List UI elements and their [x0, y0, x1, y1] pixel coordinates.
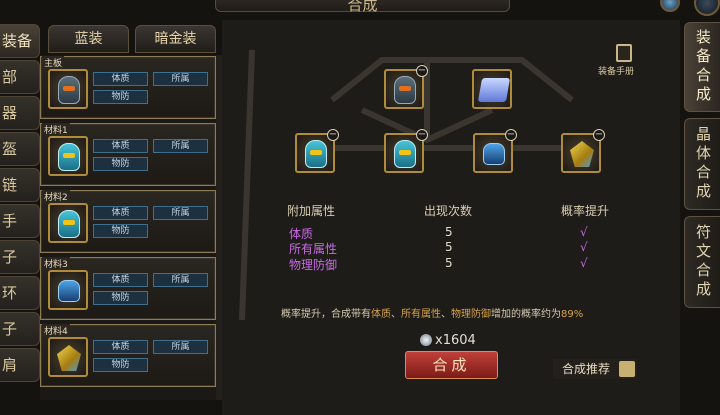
- item-slot[interactable]: [48, 67, 88, 109]
- silver-coin-icon: [420, 334, 432, 346]
- table-cell-attr: 所有属性: [289, 242, 338, 256]
- material-slot[interactable]: −: [561, 129, 605, 173]
- attr-tag: 所属: [153, 206, 208, 220]
- list-item[interactable]: 材料2 体质 所属 物防: [40, 190, 216, 253]
- table-cell-count: 5: [445, 240, 453, 254]
- prob-attr: 所有属性: [401, 309, 441, 320]
- book-icon[interactable]: [616, 44, 632, 62]
- helmet-icon: [58, 210, 80, 238]
- category-item[interactable]: 环: [0, 276, 40, 310]
- remove-icon[interactable]: −: [416, 65, 428, 77]
- prob-prefix: 概率提升，合成带有: [281, 309, 371, 320]
- prob-percent: 89%: [561, 309, 584, 320]
- table-cell-mark: √: [580, 240, 588, 254]
- attr-tag: 体质: [93, 206, 148, 220]
- remove-icon[interactable]: −: [505, 129, 517, 141]
- item-slot[interactable]: [48, 201, 88, 243]
- helmet-icon: [394, 140, 416, 168]
- slot-label: 材料4: [42, 324, 70, 337]
- attr-tag: 物防: [93, 90, 148, 104]
- craft-button[interactable]: 合成: [405, 351, 498, 379]
- material-slot[interactable]: −: [473, 129, 517, 173]
- equipment-manual-label[interactable]: 装备手册: [598, 64, 634, 77]
- category-menu: 装备 部 器 盔 链 手 子 环 子 肩: [0, 24, 40, 415]
- item-slot[interactable]: [48, 268, 88, 310]
- attr-tag: 所属: [153, 340, 208, 354]
- close-icon[interactable]: [694, 0, 720, 16]
- category-item[interactable]: 手: [0, 204, 40, 238]
- prob-attr: 体质: [371, 309, 391, 320]
- category-item[interactable]: 子: [0, 312, 40, 346]
- tab-equipment-synthesis[interactable]: 装备合成: [684, 22, 720, 112]
- material-list: 主板 体质 所属 物防 材料1 体质 所属 物防 材料2 体质 所属 物防 材料…: [40, 55, 216, 400]
- attr-tag: 体质: [93, 273, 148, 287]
- prob-attr: 物理防御: [451, 309, 491, 320]
- prob-mid: 增加的概率约为: [491, 309, 561, 320]
- table-cell-attr: 物理防御: [289, 258, 338, 272]
- attr-tag: 物防: [93, 224, 148, 238]
- item-slot[interactable]: [48, 134, 88, 176]
- helmet-icon: [394, 76, 416, 104]
- gem-icon: [57, 345, 81, 371]
- list-item[interactable]: 材料4 体质 所属 物防: [40, 324, 216, 387]
- tab-blue-gear[interactable]: 蓝装: [48, 25, 129, 53]
- remove-icon[interactable]: −: [416, 129, 428, 141]
- list-item[interactable]: 主板 体质 所属 物防: [40, 56, 216, 119]
- craft-cost: x1604: [435, 333, 476, 348]
- window-title: 合成: [347, 0, 378, 14]
- category-item[interactable]: 链: [0, 168, 40, 202]
- item-slot[interactable]: [48, 335, 88, 377]
- table-cell-count: 5: [445, 225, 453, 239]
- attr-tag: 体质: [93, 72, 148, 86]
- category-item[interactable]: 器: [0, 96, 40, 130]
- attr-tag: 物防: [93, 157, 148, 171]
- gauntlet-icon: [483, 143, 505, 165]
- tab-rune-synthesis[interactable]: 符文合成: [684, 216, 720, 308]
- probability-text: 概率提升，合成带有体质、所有属性、物理防御增加的概率约为89%: [281, 305, 583, 320]
- scroll-icon: [477, 78, 511, 102]
- material-slot[interactable]: −: [295, 129, 339, 173]
- attr-tag: 物防: [93, 358, 148, 372]
- prob-sep: 、: [441, 309, 451, 320]
- result-item-slot[interactable]: −: [384, 65, 428, 109]
- slot-label: 主板: [42, 56, 65, 69]
- slot-label: 材料2: [42, 190, 70, 203]
- table-header-prob: 概率提升: [561, 204, 610, 218]
- attr-tag: 物防: [93, 291, 148, 305]
- list-item[interactable]: 材料3 体质 所属 物防: [40, 257, 216, 320]
- scroll-item-slot[interactable]: [472, 69, 512, 109]
- helmet-icon: [305, 140, 327, 168]
- category-item[interactable]: 部: [0, 60, 40, 94]
- table-header-attr: 附加属性: [287, 204, 336, 218]
- gem-icon: [570, 141, 594, 167]
- tab-crystal-synthesis[interactable]: 晶体合成: [684, 118, 720, 210]
- attr-tag: 体质: [93, 139, 148, 153]
- slot-label: 材料3: [42, 257, 70, 270]
- recommend-icon[interactable]: [619, 361, 635, 377]
- table-cell-mark: √: [580, 225, 588, 239]
- helmet-icon: [58, 143, 80, 171]
- helmet-icon: [58, 76, 80, 104]
- info-icon[interactable]: [660, 0, 680, 12]
- attr-tag: 所属: [153, 139, 208, 153]
- remove-icon[interactable]: −: [593, 129, 605, 141]
- remove-icon[interactable]: −: [327, 129, 339, 141]
- gauntlet-icon: [58, 280, 80, 302]
- attr-tag: 所属: [153, 273, 208, 287]
- tab-dark-gold-gear[interactable]: 暗金装: [135, 25, 216, 53]
- category-item[interactable]: 装备: [0, 24, 40, 58]
- table-header-count: 出现次数: [424, 204, 473, 218]
- category-item[interactable]: 子: [0, 240, 40, 274]
- table-cell-mark: √: [580, 256, 588, 270]
- prob-sep: 、: [391, 309, 401, 320]
- slot-label: 材料1: [42, 123, 70, 136]
- category-item[interactable]: 盔: [0, 132, 40, 166]
- category-item[interactable]: 肩: [0, 348, 40, 382]
- material-slot[interactable]: −: [384, 129, 428, 173]
- window-title-bar: 合成: [215, 0, 510, 14]
- attr-tag: 体质: [93, 340, 148, 354]
- attr-tag: 所属: [153, 72, 208, 86]
- list-item[interactable]: 材料1 体质 所属 物防: [40, 123, 216, 186]
- table-cell-count: 5: [445, 256, 453, 270]
